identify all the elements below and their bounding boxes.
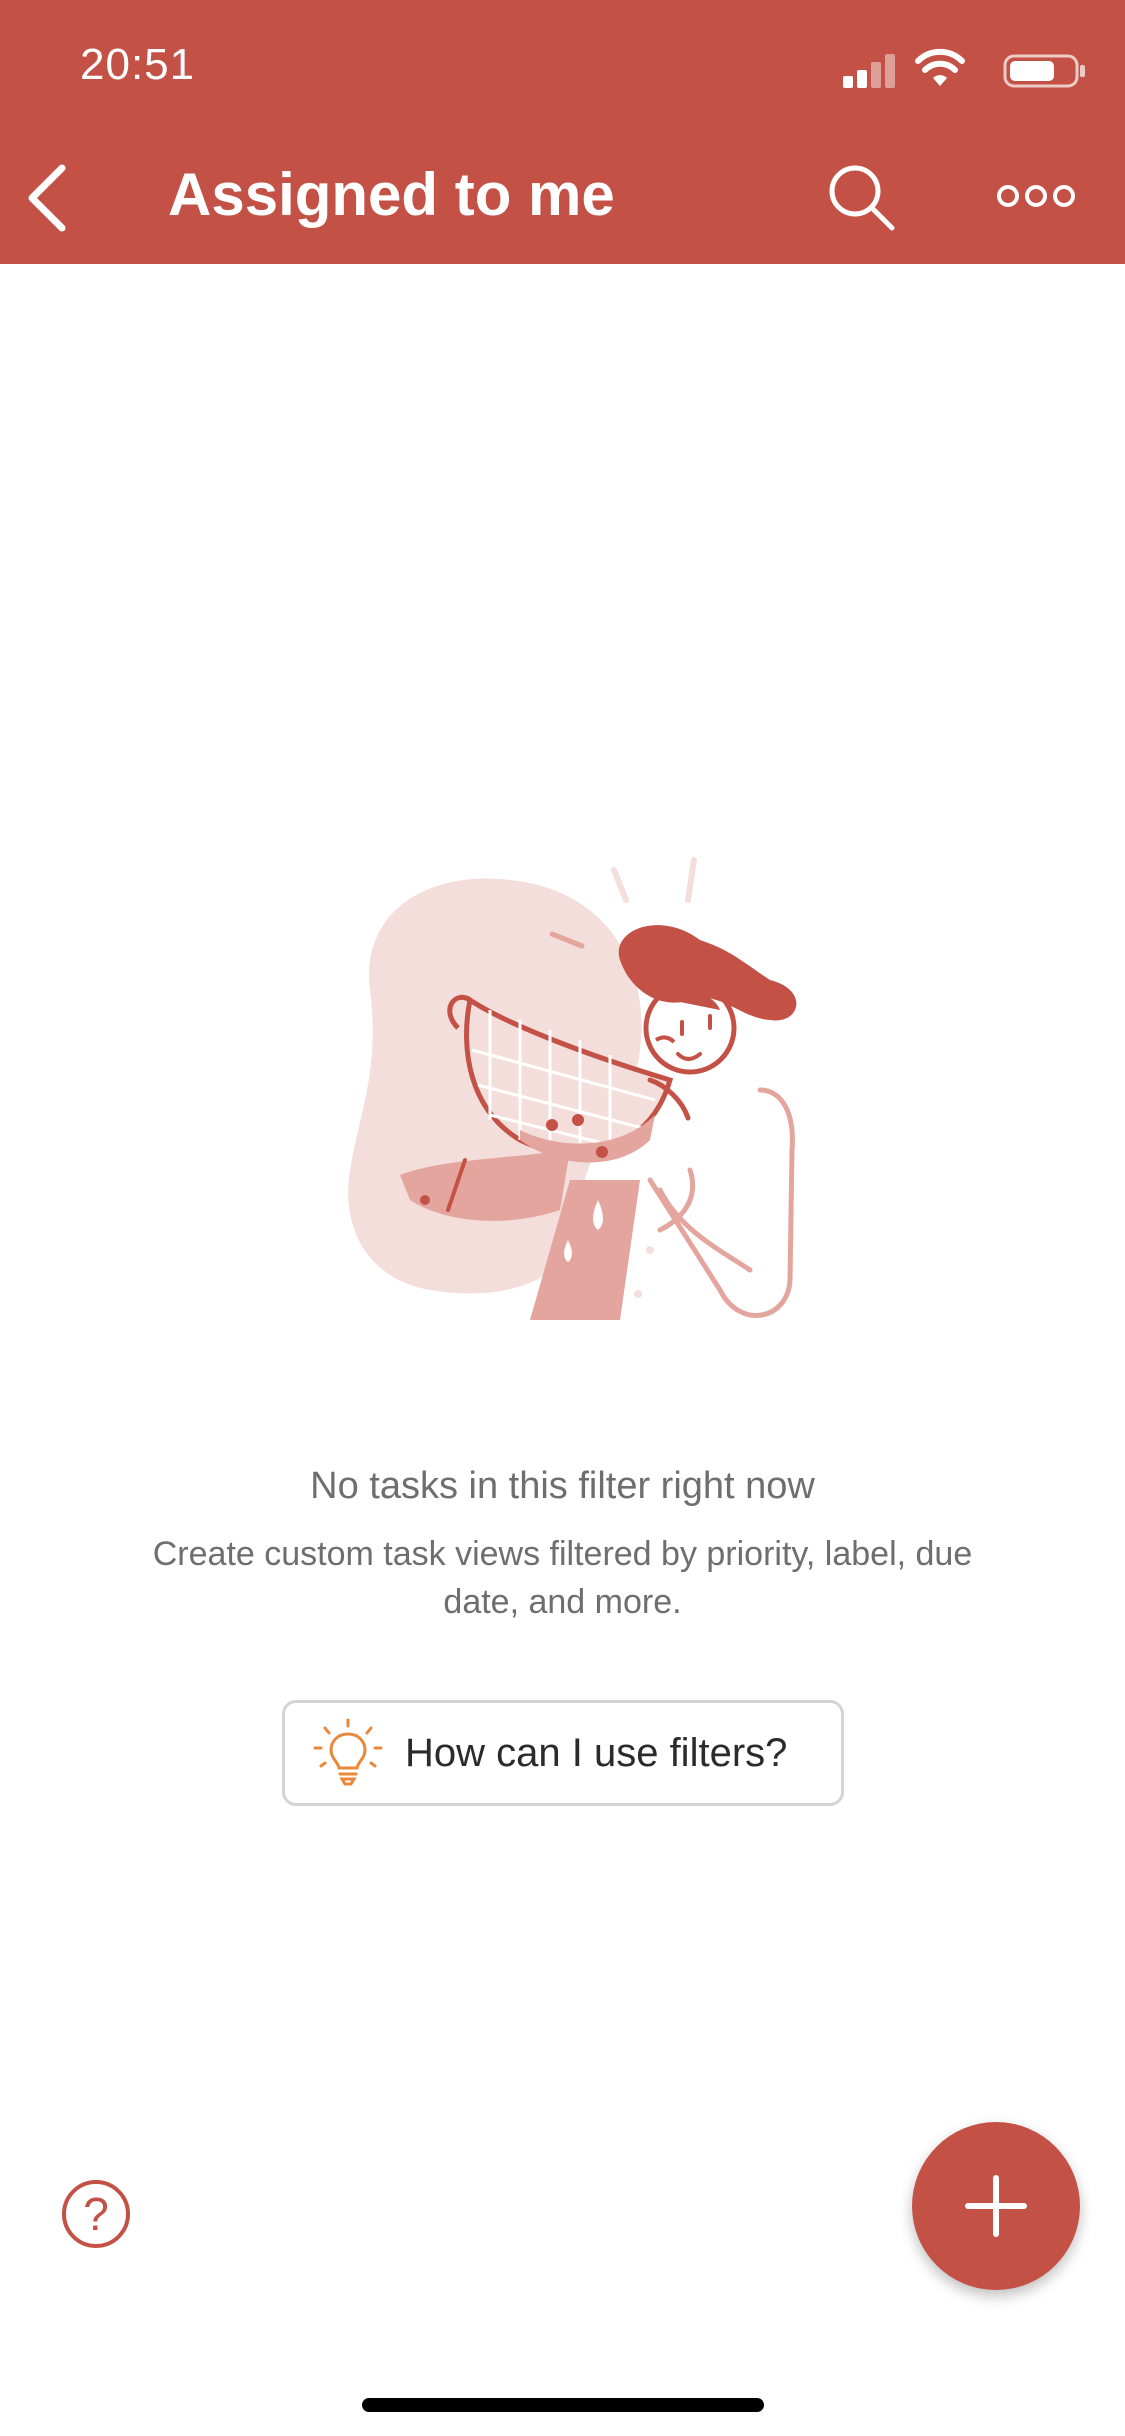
how-to-use-filters-button[interactable]: How can I use filters? <box>282 1700 844 1806</box>
top-bar: 20:51 Assigned to me <box>0 0 1125 264</box>
plus-icon <box>965 2175 1027 2237</box>
home-indicator[interactable] <box>362 2398 764 2412</box>
empty-state-description: Create custom task views filtered by pri… <box>152 1535 973 1621</box>
status-icons <box>787 48 1087 92</box>
signal-icon <box>843 54 895 88</box>
page-title: Assigned to me <box>168 161 615 228</box>
back-chevron-icon[interactable] <box>22 160 74 236</box>
how-to-use-filters-label: How can I use filters? <box>405 1730 788 1775</box>
status-time: 20:51 <box>80 40 196 89</box>
screen: 20:51 Assigned to me No tasks in this fi… <box>0 0 1125 2436</box>
add-task-button[interactable] <box>912 2122 1080 2290</box>
more-options-icon[interactable] <box>996 178 1076 214</box>
battery-icon <box>1003 54 1085 88</box>
lightbulb-icon <box>313 1718 383 1786</box>
empty-state-title: No tasks in this filter right now <box>310 1465 815 1507</box>
wifi-icon <box>915 48 965 86</box>
search-icon[interactable] <box>826 162 896 232</box>
empty-state-illustration <box>348 857 797 1320</box>
help-question-icon[interactable]: ? <box>62 2180 130 2248</box>
